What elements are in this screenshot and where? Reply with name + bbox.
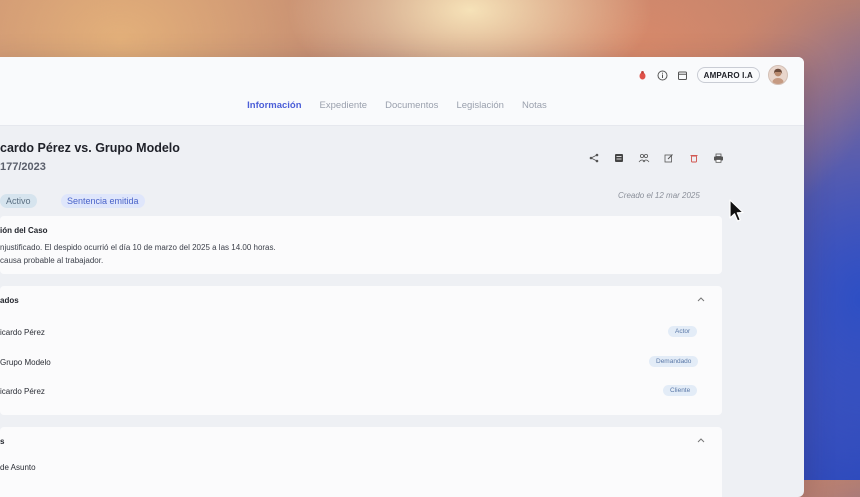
party-name: Grupo Modelo: [0, 358, 51, 367]
parties-card: ados icardo Pérez Actor Grupo Modelo Dem…: [0, 286, 722, 415]
users-icon[interactable]: [634, 149, 653, 166]
description-line: njustificado. El despido ocurrió el día …: [0, 243, 276, 252]
app-window: AMPARO I.A Información Expediente Docume…: [0, 57, 804, 497]
share-icon[interactable]: [584, 149, 603, 166]
description-title: ión del Caso: [0, 226, 48, 235]
role-badge: Cliente: [663, 385, 698, 396]
mouse-cursor-icon: [729, 199, 745, 230]
details-row-label: de Asunto: [0, 463, 36, 472]
case-number: 177/2023: [0, 161, 46, 173]
chevron-up-icon[interactable]: [697, 294, 705, 304]
chevron-up-icon[interactable]: [697, 435, 705, 445]
print-icon[interactable]: [709, 149, 728, 166]
details-card: s de Asunto: [0, 427, 722, 497]
content: cardo Pérez vs. Grupo Modelo 177/2023 Ac…: [0, 57, 804, 497]
description-line: causa probable al trabajador.: [0, 256, 104, 265]
description-card: ión del Caso njustificado. El despido oc…: [0, 216, 722, 274]
case-actions: [584, 149, 728, 166]
case-title: cardo Pérez vs. Grupo Modelo: [0, 141, 180, 155]
list-icon[interactable]: [609, 149, 628, 166]
delete-icon[interactable]: [684, 149, 703, 166]
details-title: s: [0, 437, 5, 446]
stage-badge: Sentencia emitida: [61, 194, 145, 208]
party-name: icardo Pérez: [0, 387, 45, 396]
parties-title: ados: [0, 296, 19, 305]
edit-icon[interactable]: [659, 149, 678, 166]
role-badge: Actor: [668, 326, 698, 337]
status-badge: Activo: [0, 194, 37, 208]
party-name: icardo Pérez: [0, 328, 45, 337]
role-badge: Demandado: [649, 356, 699, 367]
created-date: Creado el 12 mar 2025: [618, 191, 700, 200]
